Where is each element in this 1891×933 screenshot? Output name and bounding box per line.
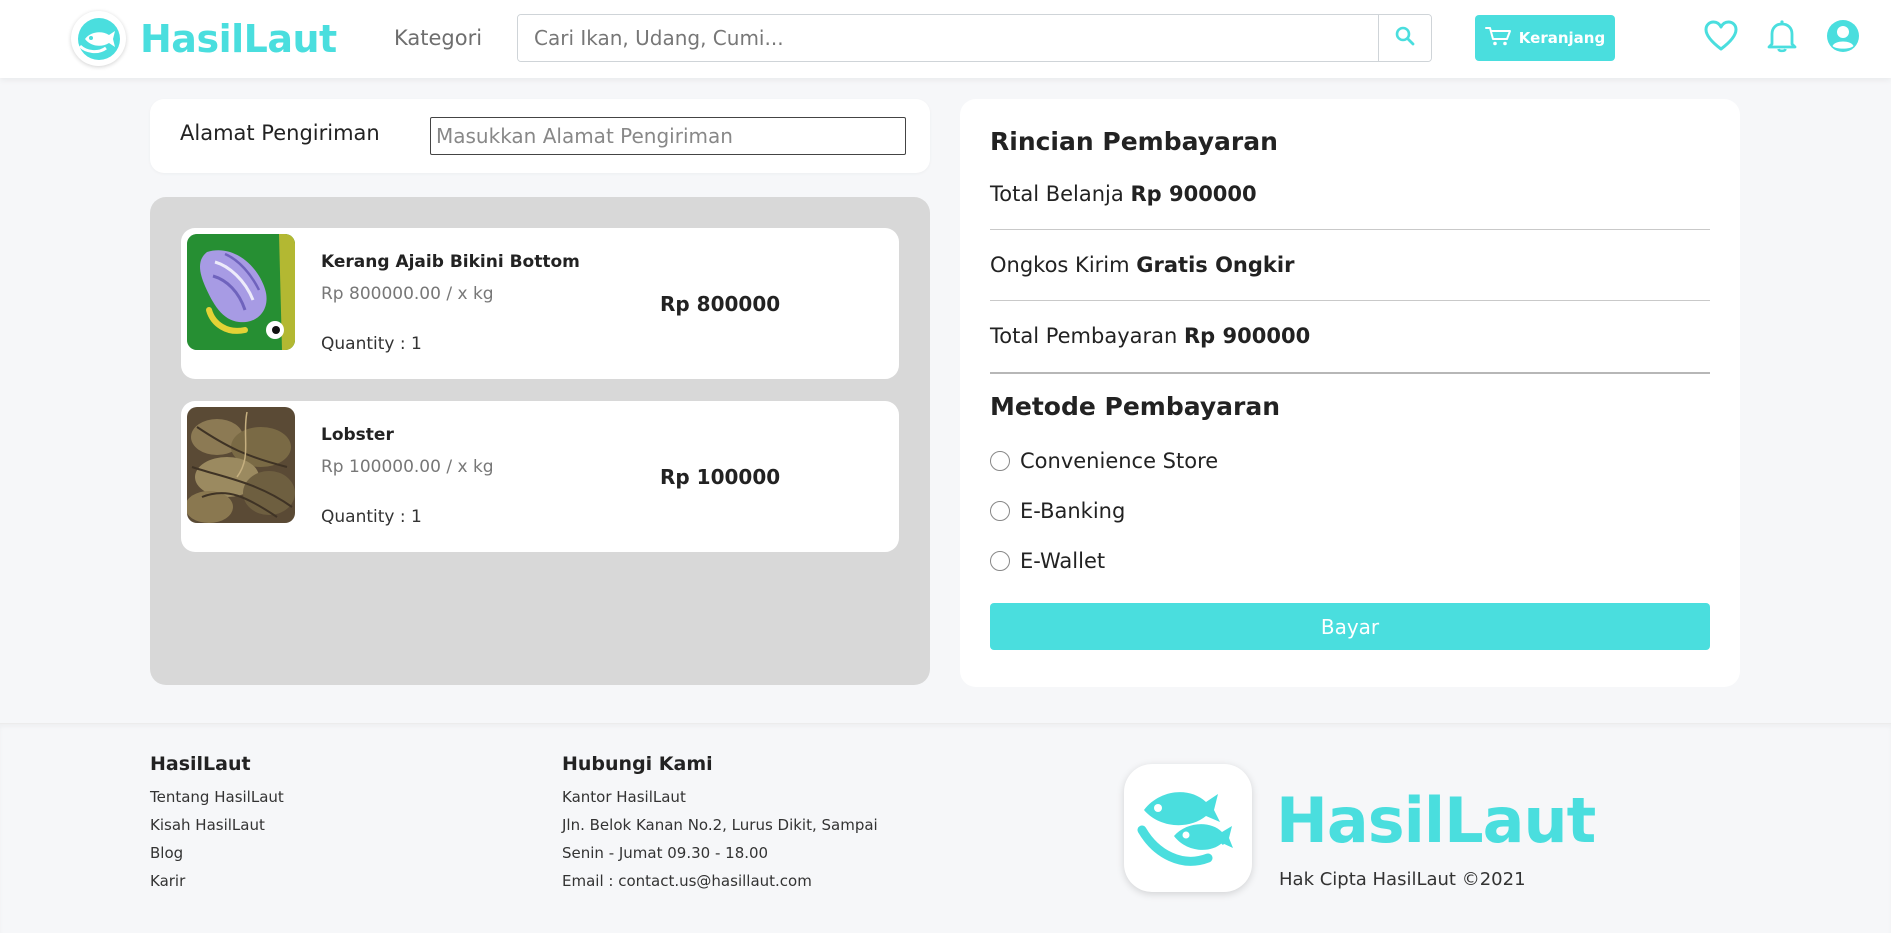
total-pembayaran-label: Total Pembayaran <box>990 324 1178 348</box>
profile-button[interactable] <box>1825 20 1861 56</box>
search-icon <box>1395 26 1415 50</box>
address-card: Alamat Pengiriman <box>150 99 930 173</box>
divider <box>990 229 1710 230</box>
total-pembayaran-value: Rp 900000 <box>1184 324 1311 348</box>
cart-label: Keranjang <box>1518 29 1606 47</box>
footer-contact-column: Hubungi Kami Kantor HasilLaut Jln. Belok… <box>562 753 878 895</box>
cart-icon <box>1484 25 1513 51</box>
pay-button[interactable]: Bayar <box>990 603 1710 650</box>
payment-method-label: E-Banking <box>1020 499 1126 523</box>
footer-email: Email : contact.us@hasillaut.com <box>562 872 812 890</box>
item-total: Rp 100000 <box>660 465 781 489</box>
fish-logo-icon <box>1134 772 1242 884</box>
footer-address: Jln. Belok Kanan No.2, Lurus Dikit, Samp… <box>562 816 878 834</box>
payment-method-label: Convenience Store <box>1020 449 1219 473</box>
footer-hours: Senin - Jumat 09.30 - 18.00 <box>562 844 769 862</box>
total-belanja-value: Rp 900000 <box>1130 182 1257 206</box>
total-belanja-row: Total Belanja Rp 900000 <box>990 182 1710 206</box>
cart-item: Kerang Ajaib Bikini Bottom Rp 800000.00 … <box>181 228 899 379</box>
search-bar <box>517 14 1432 62</box>
address-label: Alamat Pengiriman <box>180 121 380 145</box>
brand-name: HasilLaut <box>140 16 337 61</box>
lobster-image <box>187 407 295 523</box>
total-pembayaran-row: Total Pembayaran Rp 900000 <box>990 324 1710 348</box>
payment-method-e-wallet[interactable]: E-Wallet <box>990 549 1105 573</box>
footer-about-column: HasilLaut Tentang HasilLaut Kisah HasilL… <box>150 753 284 895</box>
search-input[interactable] <box>518 15 1378 61</box>
bell-icon <box>1766 19 1798 57</box>
nav-kategori-link[interactable]: Kategori <box>394 26 482 50</box>
navbar: HasilLaut Kategori Keranjang <box>0 0 1891 78</box>
payment-method-title: Metode Pembayaran <box>990 392 1281 421</box>
item-unit-price: Rp 100000.00 / x kg <box>321 457 494 477</box>
item-name: Kerang Ajaib Bikini Bottom <box>321 252 580 272</box>
payment-summary-card: Rincian Pembayaran Total Belanja Rp 9000… <box>960 99 1740 687</box>
payment-title: Rincian Pembayaran <box>990 127 1278 156</box>
item-quantity: Quantity : 1 <box>321 334 422 354</box>
ongkir-row: Ongkos Kirim Gratis Ongkir <box>990 253 1710 277</box>
user-icon <box>1826 19 1860 57</box>
payment-method-convenience-store[interactable]: Convenience Store <box>990 449 1218 473</box>
footer-link-blog[interactable]: Blog <box>150 839 284 867</box>
item-name: Lobster <box>321 425 394 445</box>
shell-image <box>187 234 295 350</box>
heart-icon <box>1704 20 1738 56</box>
footer-copyright: Hak Cipta HasilLaut ©2021 <box>1279 869 1526 890</box>
total-belanja-label: Total Belanja <box>990 182 1124 206</box>
address-input[interactable] <box>430 117 906 155</box>
footer-link-tentang[interactable]: Tentang HasilLaut <box>150 783 284 811</box>
ongkir-value: Gratis Ongkir <box>1136 253 1295 277</box>
radio-button[interactable] <box>990 501 1010 521</box>
search-button[interactable] <box>1378 15 1431 61</box>
payment-method-e-banking[interactable]: E-Banking <box>990 499 1125 523</box>
fish-logo-icon <box>71 11 126 66</box>
radio-button[interactable] <box>990 451 1010 471</box>
footer-contact-title: Hubungi Kami <box>562 753 713 775</box>
cart-item: Lobster Rp 100000.00 / x kg Quantity : 1… <box>181 401 899 552</box>
footer-logo <box>1124 764 1252 892</box>
footer-brand-name: HasilLaut <box>1276 784 1596 857</box>
ongkir-label: Ongkos Kirim <box>990 253 1130 277</box>
divider <box>990 300 1710 301</box>
cart-items-panel: Kerang Ajaib Bikini Bottom Rp 800000.00 … <box>150 197 930 685</box>
footer: HasilLaut Tentang HasilLaut Kisah HasilL… <box>0 723 1891 933</box>
footer-office-name: Kantor HasilLaut <box>562 788 686 806</box>
radio-button[interactable] <box>990 551 1010 571</box>
item-quantity: Quantity : 1 <box>321 507 422 527</box>
item-total: Rp 800000 <box>660 292 781 316</box>
divider <box>990 372 1710 374</box>
notification-button[interactable] <box>1764 20 1800 56</box>
footer-about-title: HasilLaut <box>150 753 251 775</box>
brand-home-link[interactable]: HasilLaut <box>71 11 337 66</box>
cart-button[interactable]: Keranjang <box>1475 15 1615 61</box>
item-unit-price: Rp 800000.00 / x kg <box>321 284 494 304</box>
wishlist-button[interactable] <box>1703 20 1739 56</box>
footer-link-karir[interactable]: Karir <box>150 867 284 895</box>
payment-method-label: E-Wallet <box>1020 549 1106 573</box>
footer-link-kisah[interactable]: Kisah HasilLaut <box>150 811 284 839</box>
